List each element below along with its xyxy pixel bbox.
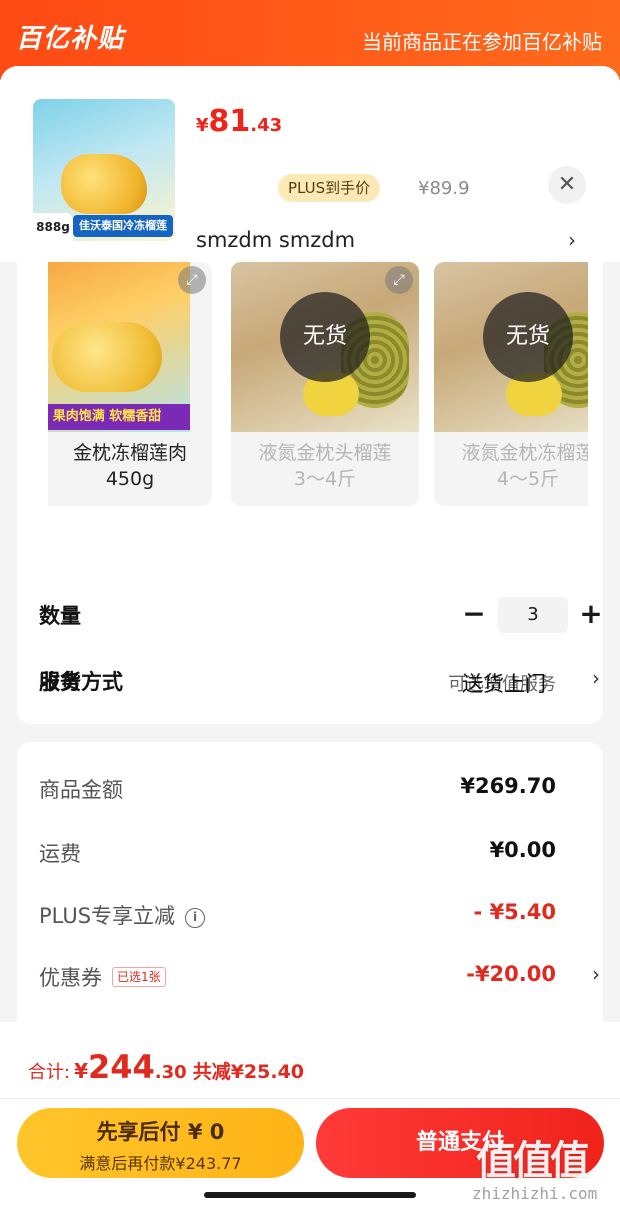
total-currency: ¥	[74, 1059, 88, 1083]
total-integer: 244	[88, 1048, 155, 1086]
variant-name-line2: 3～4斤	[293, 468, 357, 490]
fee-panel: 商品金额 ¥269.70 运费 ¥0.00 PLUS专享立减 i - ¥5.40 …	[17, 742, 603, 1042]
coupon-row[interactable]: 优惠券 已选1张 -¥20.00 ›	[39, 960, 600, 996]
info-icon[interactable]: i	[185, 908, 206, 928]
plus-discount-value: - ¥5.40	[473, 900, 556, 924]
chevron-right-icon[interactable]: ›	[592, 962, 600, 986]
variant-name: 液氮金枕冻榴莲 4～5斤	[434, 440, 588, 492]
pay-later-title: 先享后付 ¥ 0	[96, 1120, 225, 1144]
shipping-row: 运费 ¥0.00	[39, 836, 584, 872]
close-button[interactable]: ✕	[548, 166, 586, 204]
product-thumbnail: 888g 佳沃泰国冷冻榴莲	[33, 99, 175, 241]
total-label: 合计:	[28, 1062, 71, 1083]
watermark-logo: 值值值	[476, 1138, 590, 1184]
expand-icon[interactable]: ⤢	[178, 266, 206, 294]
goods-amount-label: 商品金额	[39, 778, 123, 802]
variant-banner: 果肉饱满 软糯香甜	[48, 404, 190, 430]
home-indicator	[204, 1192, 416, 1198]
coupon-text: 优惠券	[39, 966, 102, 990]
thumb-title: 佳沃泰国冷冻榴莲	[73, 215, 173, 237]
variant-name: 液氮金枕头榴莲 3～4斤	[231, 440, 419, 492]
total-decimal: .30	[154, 1062, 187, 1083]
variant-name-line1: 液氮金枕头榴莲	[258, 442, 392, 464]
variant-option[interactable]: ⤢ 无货 液氮金枕头榴莲 3～4斤	[231, 262, 419, 506]
shipping-label: 运费	[39, 842, 81, 866]
variant-name-line2: 4～5斤	[496, 468, 560, 490]
quantity-input[interactable]: 3	[498, 597, 568, 633]
out-of-stock-badge: 无货	[483, 292, 573, 382]
subsidy-logo: 百亿补贴	[16, 24, 125, 54]
shop-name[interactable]: smzdm smzdm	[196, 228, 355, 252]
price-currency: ¥	[196, 115, 209, 136]
coupon-label: 优惠券 已选1张	[39, 962, 166, 992]
delivery-label: 收货方式	[39, 670, 123, 694]
quantity-row: 数量 − 3 +	[39, 596, 603, 636]
original-price: ¥89.9	[418, 178, 470, 199]
variant-option[interactable]: ⤢ 无货 液氮金枕冻榴莲 4～5斤	[434, 262, 588, 506]
chevron-right-icon[interactable]: ›	[592, 666, 600, 690]
product-header: 888g 佳沃泰国冷冻榴莲 ¥ 81 .43 PLUS到手价 ¥89.9 ✕ s…	[0, 66, 620, 262]
goods-amount-row: 商品金额 ¥269.70	[39, 772, 584, 808]
pay-later-button[interactable]: 先享后付 ¥ 0 满意后再付款¥243.77	[17, 1108, 304, 1178]
subsidy-note: 当前商品正在参加百亿补贴	[362, 30, 602, 54]
variant-name-line2: 450g	[105, 468, 155, 490]
price-decimal: .43	[250, 115, 283, 136]
plus-discount-row: PLUS专享立减 i - ¥5.40	[39, 898, 584, 934]
durian-image	[61, 154, 147, 214]
quantity-label: 数量	[39, 604, 81, 628]
goods-amount-value: ¥269.70	[460, 774, 556, 798]
variant-name-line1: 液氮金枕冻榴莲	[461, 442, 588, 464]
watermark-url: zhizhizhi.com	[472, 1184, 598, 1203]
variant-option[interactable]: 果肉饱满 软糯香甜 ⤢ 金枕冻榴莲肉 450g	[48, 262, 212, 506]
variant-image: 果肉饱满 软糯香甜	[48, 262, 190, 432]
watermark: 值值值 zhizhizhi.com	[472, 1128, 612, 1203]
plus-discount-label: PLUS专享立减 i	[39, 900, 206, 930]
coupon-value[interactable]: -¥20.00	[466, 962, 556, 986]
quantity-increase-button[interactable]: +	[571, 596, 603, 636]
options-panel: 果肉饱满 软糯香甜 ⤢ 金枕冻榴莲肉 450g ⤢ 无货 液氮金枕头榴莲 3～4…	[17, 262, 603, 724]
current-price: ¥ 81 .43	[196, 104, 282, 144]
coupon-count-tag: 已选1张	[112, 967, 166, 987]
variant-list[interactable]: 果肉饱满 软糯香甜 ⤢ 金枕冻榴莲肉 450g ⤢ 无货 液氮金枕头榴莲 3～4…	[48, 262, 588, 508]
quantity-decrease-button[interactable]: −	[454, 596, 494, 636]
price-integer: 81	[208, 104, 251, 139]
out-of-stock-badge: 无货	[280, 292, 370, 382]
thumb-weight: 888g	[33, 213, 73, 241]
order-total: 合计: ¥ 244 .30 共减¥25.40	[28, 1048, 304, 1086]
pay-later-subtitle: 满意后再付款¥243.77	[79, 1154, 242, 1173]
delivery-row[interactable]: 收货方式 送货上门	[39, 662, 584, 702]
total-saved: 共减¥25.40	[192, 1061, 305, 1083]
expand-icon[interactable]: ⤢	[385, 266, 413, 294]
variant-name: 金枕冻榴莲肉 450g	[48, 440, 212, 492]
shipping-value: ¥0.00	[489, 838, 556, 862]
plus-discount-text: PLUS专享立减	[39, 904, 176, 928]
delivery-value[interactable]: 送货上门	[462, 668, 546, 698]
variant-name-line1: 金枕冻榴莲肉	[72, 442, 187, 464]
chevron-right-icon[interactable]: ›	[568, 228, 576, 252]
divider	[0, 1098, 620, 1099]
durian-image	[52, 322, 162, 392]
checkout-bar: 合计: ¥ 244 .30 共减¥25.40 先享后付 ¥ 0 满意后再付款¥2…	[0, 1022, 620, 1212]
plus-price-badge: PLUS到手价	[278, 174, 381, 202]
